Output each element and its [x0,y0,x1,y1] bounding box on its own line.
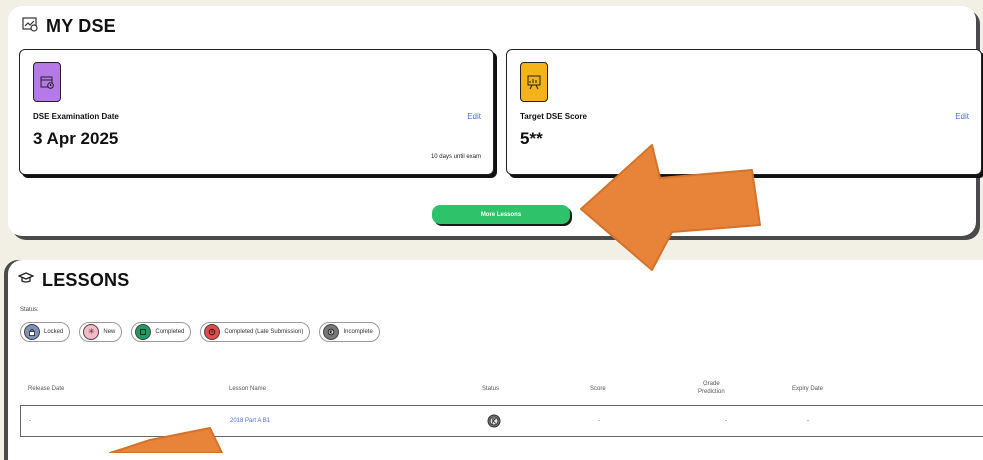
lessons-panel: LESSONS Status: Locked ✳ New Completed C… [8,260,983,460]
chart-board-icon [520,62,548,102]
my-dse-panel: MY DSE DSE Examination Date 3 Apr 2025 E… [8,6,982,236]
presentation-icon [22,16,38,37]
status-legend-label: Status: [20,307,39,313]
sun-icon: ✳ [83,324,100,340]
col-expiry-date: Expiry Date [792,386,824,392]
target-score-value: 5** [520,129,543,148]
status-legend: Locked ✳ New Completed Completed (Late S… [20,322,380,342]
table-row[interactable]: - 2018 Part A B1 - - - [20,405,983,437]
clock-icon [204,324,221,340]
legend-label: Completed (Late Submission) [224,329,304,335]
col-score: Score [590,386,606,392]
legend-new: ✳ New [79,322,123,342]
exam-date-value: 3 Apr 2025 [33,129,119,148]
score-cell: - [598,418,600,424]
exam-date-card: DSE Examination Date 3 Apr 2025 Edit 10 … [19,49,494,175]
edit-exam-date-link[interactable]: Edit [467,112,481,121]
target-score-label: Target DSE Score [520,112,587,121]
calendar-icon [33,62,61,102]
col-lesson-name: Lesson Name [229,386,267,392]
legend-label: New [103,329,116,335]
expiry-date-cell: - [807,418,809,424]
col-status: Status [482,386,500,392]
col-grade-prediction: Grade Prediction [698,381,725,395]
grade-prediction-cell: - [725,418,727,424]
target-score-card: Target DSE Score 5** Edit [506,49,982,175]
lessons-header: LESSONS [17,270,130,291]
incomplete-icon [323,324,340,340]
legend-completed: Completed [131,322,192,342]
my-dse-title: MY DSE [46,16,116,36]
incomplete-icon [487,414,501,433]
exam-date-label: DSE Examination Date [33,112,119,121]
legend-label: Completed [155,329,185,335]
lock-icon [24,324,40,340]
lessons-title: LESSONS [42,270,130,290]
check-icon [135,324,152,340]
legend-completed-late: Completed (Late Submission) [200,322,311,342]
edit-target-score-link[interactable]: Edit [955,112,969,121]
days-until-exam: 10 days until exam [430,154,481,160]
more-lessons-button[interactable]: More Lessons [432,205,570,224]
release-date-cell: - [29,418,31,424]
legend-label: Locked [44,329,64,335]
my-dse-header: MY DSE [22,16,116,37]
graduation-cap-icon [17,270,35,291]
legend-label: Incomplete [343,329,373,335]
col-release-date: Release Date [28,386,65,392]
legend-incomplete: Incomplete [319,322,380,342]
legend-locked: Locked [20,322,71,342]
lesson-name-link[interactable]: 2018 Part A B1 [230,418,270,424]
